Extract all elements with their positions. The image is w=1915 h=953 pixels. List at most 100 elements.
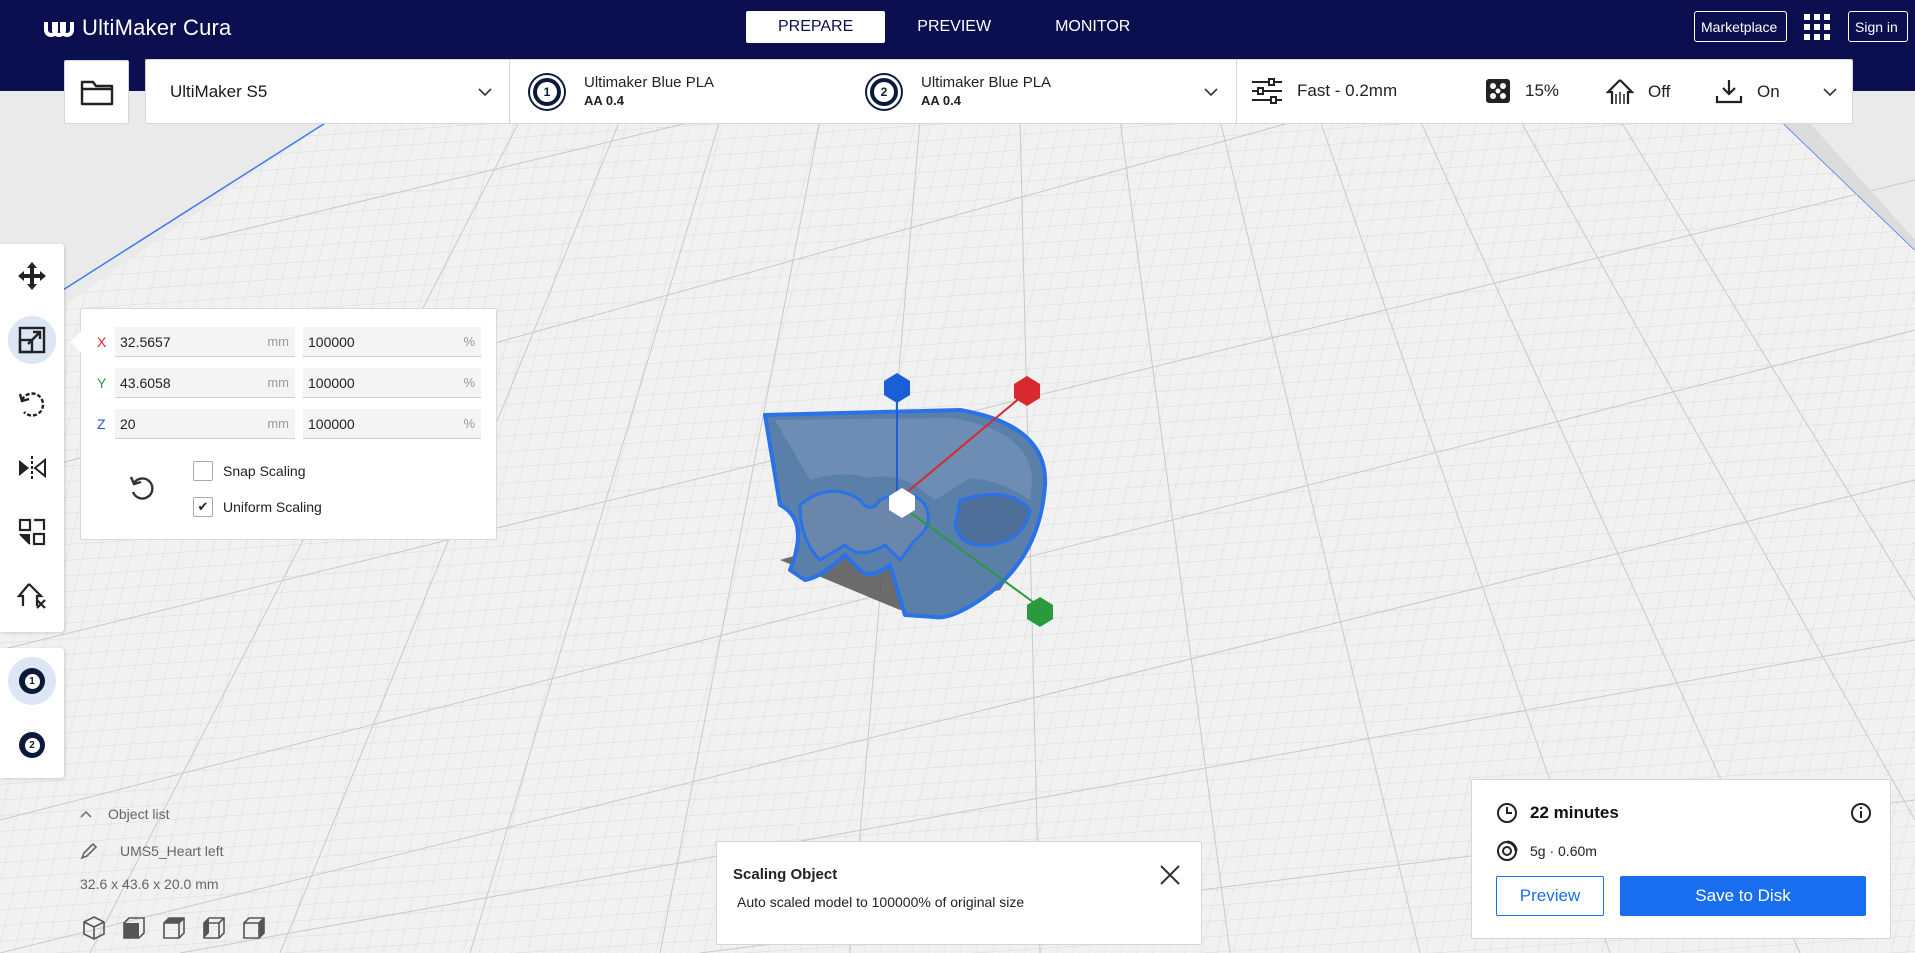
uniform-scaling-label: Uniform Scaling	[223, 499, 322, 515]
tab-preview[interactable]: PREVIEW	[885, 11, 1023, 43]
clock-icon	[1497, 803, 1517, 823]
apps-grid-icon[interactable]	[1804, 14, 1830, 40]
material-usage: 5g · 0.60m	[1530, 843, 1597, 859]
notification-message: Auto scaled model to 100000% of original…	[737, 894, 1025, 910]
object-list-header: Object list	[108, 806, 170, 822]
spool-icon	[1497, 840, 1518, 861]
snap-scaling-option[interactable]: Snap Scaling	[193, 461, 306, 481]
printer-selector[interactable]: UltiMaker S5	[146, 60, 510, 123]
object-name: UMS5_Heart left	[120, 843, 224, 859]
info-icon[interactable]	[1850, 802, 1872, 824]
adhesion-value: On	[1757, 82, 1780, 101]
camera-view-buttons	[80, 914, 268, 942]
infill-value: 15%	[1525, 81, 1560, 100]
support-value: Off	[1648, 82, 1671, 101]
per-model-settings-button[interactable]	[8, 508, 56, 556]
extruder-1-icon: 1	[19, 668, 45, 694]
extruder-2-badge-icon: 2	[867, 75, 901, 109]
close-icon	[1160, 865, 1180, 885]
printer-name: UltiMaker S5	[170, 81, 268, 101]
save-to-disk-button[interactable]: Save to Disk	[1620, 876, 1866, 916]
snap-scaling-checkbox[interactable]	[193, 461, 213, 481]
select-extruder-1-button[interactable]: 1	[8, 657, 56, 705]
print-time: 22 minutes	[1530, 803, 1619, 822]
chevron-down-icon	[1823, 88, 1837, 96]
per-model-settings-icon	[18, 518, 46, 546]
rotate-icon	[18, 392, 45, 417]
select-extruder-2-button[interactable]: 2	[8, 721, 56, 769]
material-usage-row: 5g · 0.60m	[1496, 840, 1597, 862]
mirror-icon	[19, 456, 46, 480]
app-title: UltiMaker Cura	[82, 15, 232, 40]
cube-right-icon	[243, 917, 265, 939]
profile-setting: Fast - 0.2mm	[1251, 78, 1397, 104]
reset-scale-button[interactable]	[125, 471, 159, 505]
axis-label-x: X	[97, 334, 107, 350]
close-notification-button[interactable]	[1157, 862, 1183, 888]
axis-label-z: Z	[97, 416, 106, 432]
view-left-button[interactable]	[200, 914, 228, 942]
mirror-tool-button[interactable]	[8, 444, 56, 492]
object-list-toggle[interactable]: Object list	[80, 806, 223, 822]
notification-title: Scaling Object	[733, 866, 838, 883]
extruder-1-core: AA 0.4	[584, 93, 624, 108]
folder-icon	[80, 80, 113, 106]
scale-tool-button[interactable]	[8, 316, 56, 364]
scale-row-y: Y 43.6058 mm 100000%	[97, 368, 481, 398]
open-file-button[interactable]	[64, 60, 129, 124]
view-front-button[interactable]	[120, 914, 148, 942]
tab-prepare[interactable]: PREPARE	[746, 11, 886, 43]
infill-icon	[1486, 79, 1510, 103]
tool-panel	[0, 244, 64, 632]
marketplace-button[interactable]: Marketplace	[1694, 11, 1787, 42]
scale-y-mm-input[interactable]: 43.6058 mm	[115, 368, 295, 398]
pencil-icon	[80, 842, 98, 860]
extruder-1-material: Ultimaker Blue PLA	[584, 74, 715, 91]
view-3d-button[interactable]	[80, 914, 108, 942]
adhesion-setting: On	[1715, 78, 1780, 106]
scale-row-x: X 32.5657 mm 100000%	[97, 327, 481, 357]
scale-y-percent-input[interactable]: 100000%	[303, 368, 481, 398]
infill-setting: 15%	[1485, 78, 1559, 104]
move-icon	[18, 262, 46, 290]
scale-z-percent-input[interactable]: 100000%	[303, 409, 481, 439]
configuration-bar: UltiMaker S5 1 Ultimaker Blue PLA AA 0.4…	[145, 59, 1853, 124]
object-list-item[interactable]: UMS5_Heart left	[80, 842, 223, 860]
view-top-button[interactable]	[160, 914, 188, 942]
reset-icon	[129, 476, 154, 500]
tab-monitor[interactable]: MONITOR	[1023, 11, 1162, 43]
extruder-2-material: Ultimaker Blue PLA	[921, 74, 1052, 91]
uniform-scaling-checkbox[interactable]: ✔	[193, 497, 213, 517]
app-logo: UltiMaker Cura	[44, 14, 232, 42]
adhesion-icon	[1715, 80, 1743, 104]
extruder-1-badge-icon: 1	[530, 75, 564, 109]
extruder-2-core: AA 0.4	[921, 93, 961, 108]
profile-label: Fast - 0.2mm	[1297, 81, 1398, 100]
print-settings-selector[interactable]: Fast - 0.2mm 15% Off On	[1236, 60, 1852, 123]
cube-top-icon	[163, 917, 185, 939]
extruder-configuration[interactable]: 1 Ultimaker Blue PLA AA 0.4 2 Ultimaker …	[510, 60, 1236, 123]
scale-row-z: Z 20 mm 100000%	[97, 409, 481, 439]
scale-x-percent-input[interactable]: 100000%	[303, 327, 481, 357]
sign-in-button[interactable]: Sign in	[1848, 11, 1908, 42]
scale-tool-panel: X 32.5657 mm 100000% Y 43.6058 mm 100000% …	[70, 308, 497, 540]
axis-label-y: Y	[97, 375, 107, 391]
extruder-2: 2 Ultimaker Blue PLA AA 0.4	[867, 74, 1051, 110]
scaling-notification: Scaling Object Auto scaled model to 1000…	[716, 841, 1202, 945]
rotate-tool-button[interactable]	[8, 380, 56, 428]
view-right-button[interactable]	[240, 914, 268, 942]
uniform-scaling-option[interactable]: ✔ Uniform Scaling	[193, 497, 322, 517]
preview-button[interactable]: Preview	[1496, 876, 1604, 916]
cube-left-icon	[203, 917, 225, 939]
scale-z-mm-input[interactable]: 20 mm	[115, 409, 295, 439]
ultimaker-logo-icon	[44, 22, 74, 37]
object-list: Object list UMS5_Heart left 32.6 x 43.6 …	[80, 806, 223, 892]
move-tool-button[interactable]	[8, 252, 56, 300]
support-blocker-button[interactable]	[8, 572, 56, 620]
scale-icon	[18, 326, 46, 354]
extruder-2-icon: 2	[19, 732, 45, 758]
support-setting: Off	[1606, 78, 1670, 106]
object-dimensions: 32.6 x 43.6 x 20.0 mm	[80, 876, 219, 892]
scale-x-mm-input[interactable]: 32.5657 mm	[115, 327, 295, 357]
snap-scaling-label: Snap Scaling	[223, 463, 306, 479]
